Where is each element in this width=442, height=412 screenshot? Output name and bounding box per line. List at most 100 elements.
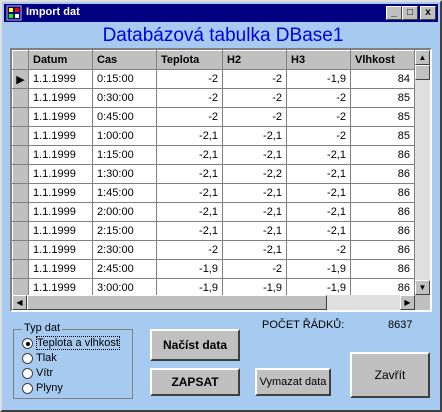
table-cell[interactable]: -2,1 — [156, 202, 223, 222]
table-cell[interactable]: -2,1 — [222, 145, 287, 165]
table-cell[interactable]: -2 — [286, 88, 351, 108]
table-cell[interactable]: -2 — [156, 69, 223, 89]
table-cell[interactable]: 85 — [350, 126, 415, 146]
table-row[interactable]: 1.1.1999 1:15:00 -2,1 -2,1 -2,1 86 — [12, 145, 415, 165]
minimize-button[interactable]: _ — [386, 6, 402, 20]
radio-vitr[interactable]: Vítr — [22, 367, 53, 381]
table-row[interactable]: 1.1.1999 1:45:00 -2,1 -2,1 -2,1 86 — [12, 183, 415, 203]
table-cell[interactable]: 86 — [350, 240, 415, 260]
table-cell[interactable]: -1,9 — [222, 278, 287, 295]
table-cell[interactable]: -2 — [222, 88, 287, 108]
table-cell[interactable]: -1,9 — [156, 259, 223, 279]
table-cell[interactable]: -2,1 — [156, 145, 223, 165]
table-cell[interactable]: 1.1.1999 — [28, 145, 93, 165]
table-row[interactable]: 1.1.1999 2:15:00 -2,1 -2,1 -2,1 86 — [12, 221, 415, 241]
table-cell[interactable]: -2,2 — [222, 164, 287, 184]
table-cell[interactable]: 85 — [350, 88, 415, 108]
table-cell[interactable]: 1.1.1999 — [28, 164, 93, 184]
table-cell[interactable]: 86 — [350, 164, 415, 184]
table-cell[interactable]: 86 — [350, 183, 415, 203]
table-cell[interactable]: -2 — [222, 69, 287, 89]
table-row[interactable]: 1.1.1999 1:00:00 -2,1 -2,1 -2 85 — [12, 126, 415, 146]
row-indicator[interactable] — [12, 278, 29, 295]
table-cell[interactable]: 0:15:00 — [92, 69, 157, 89]
table-row[interactable]: 1.1.1999 3:00:00 -1,9 -1,9 -1,9 86 — [12, 278, 415, 295]
table-cell[interactable]: -2,1 — [156, 183, 223, 203]
table-cell[interactable]: -2 — [286, 240, 351, 260]
close-button[interactable]: Zavřít — [350, 352, 430, 398]
horizontal-scroll-thumb[interactable] — [27, 295, 327, 310]
scroll-down-button[interactable]: ▼ — [415, 280, 430, 295]
table-cell[interactable]: -2,1 — [222, 183, 287, 203]
table-row[interactable]: 1.1.1999 0:45:00 -2 -2 -2 85 — [12, 107, 415, 127]
scroll-right-button[interactable]: ▶ — [400, 295, 415, 310]
table-row[interactable]: ▶ 1.1.1999 0:15:00 -2 -2 -1,9 84 — [12, 69, 415, 89]
table-cell[interactable]: -2,1 — [222, 202, 287, 222]
table-row[interactable]: 1.1.1999 2:00:00 -2,1 -2,1 -2,1 86 — [12, 202, 415, 222]
table-cell[interactable]: 1.1.1999 — [28, 107, 93, 127]
row-indicator[interactable] — [12, 240, 29, 260]
table-row[interactable]: 1.1.1999 0:30:00 -2 -2 -2 85 — [12, 88, 415, 108]
table-cell[interactable]: 1.1.1999 — [28, 69, 93, 89]
table-cell[interactable]: 1.1.1999 — [28, 183, 93, 203]
data-grid[interactable]: Datum Cas Teplota H2 H3 Vlhkost ▶ 1.1.199… — [10, 48, 432, 312]
vertical-scrollbar[interactable]: ▲ ▼ — [415, 50, 430, 295]
table-cell[interactable]: 1.1.1999 — [28, 240, 93, 260]
load-data-button[interactable]: Načíst data — [150, 329, 240, 361]
row-indicator[interactable] — [12, 88, 29, 108]
table-cell[interactable]: 1:15:00 — [92, 145, 157, 165]
table-cell[interactable]: 86 — [350, 278, 415, 295]
table-cell[interactable]: -2 — [156, 107, 223, 127]
table-cell[interactable]: -2,1 — [286, 202, 351, 222]
table-cell[interactable]: 1.1.1999 — [28, 88, 93, 108]
scroll-up-button[interactable]: ▲ — [415, 50, 430, 65]
table-row[interactable]: 1.1.1999 1:30:00 -2,1 -2,2 -2,1 86 — [12, 164, 415, 184]
table-cell[interactable]: -2 — [222, 259, 287, 279]
row-indicator[interactable] — [12, 259, 29, 279]
table-cell[interactable]: 0:45:00 — [92, 107, 157, 127]
clear-data-button[interactable]: Vymazat data — [255, 368, 331, 396]
table-cell[interactable]: -2,1 — [222, 221, 287, 241]
table-cell[interactable]: 1.1.1999 — [28, 202, 93, 222]
row-indicator[interactable] — [12, 164, 29, 184]
row-indicator[interactable] — [12, 183, 29, 203]
row-indicator[interactable] — [12, 126, 29, 146]
maximize-button[interactable]: □ — [402, 6, 418, 20]
table-cell[interactable]: -2,1 — [156, 221, 223, 241]
table-cell[interactable]: -2,1 — [286, 183, 351, 203]
table-cell[interactable]: 84 — [350, 69, 415, 89]
table-cell[interactable]: -2,1 — [286, 164, 351, 184]
table-cell[interactable]: -2,1 — [156, 164, 223, 184]
table-cell[interactable]: 1.1.1999 — [28, 259, 93, 279]
radio-teplota-vlhkost[interactable]: Teplota a vlhkost — [22, 336, 120, 351]
table-cell[interactable]: 2:30:00 — [92, 240, 157, 260]
table-cell[interactable]: 86 — [350, 202, 415, 222]
table-cell[interactable]: -2 — [222, 107, 287, 127]
table-cell[interactable]: -2 — [286, 126, 351, 146]
table-cell[interactable]: 1.1.1999 — [28, 278, 93, 295]
table-cell[interactable]: -2,1 — [222, 126, 287, 146]
table-cell[interactable]: -2 — [286, 107, 351, 127]
row-indicator[interactable] — [12, 202, 29, 222]
table-cell[interactable]: 1.1.1999 — [28, 221, 93, 241]
table-cell[interactable]: -1,9 — [286, 278, 351, 295]
table-cell[interactable]: 1:45:00 — [92, 183, 157, 203]
table-cell[interactable]: -1,9 — [156, 278, 223, 295]
table-cell[interactable]: 1:00:00 — [92, 126, 157, 146]
write-button[interactable]: ZAPSAT — [150, 368, 240, 396]
title-bar[interactable]: Import dat _ □ x — [4, 4, 438, 22]
vertical-scroll-thumb[interactable] — [415, 65, 430, 80]
table-cell[interactable]: 2:15:00 — [92, 221, 157, 241]
table-cell[interactable]: 86 — [350, 221, 415, 241]
table-cell[interactable]: -2 — [156, 240, 223, 260]
radio-plyny[interactable]: Plyny — [22, 382, 63, 396]
table-cell[interactable]: -1,9 — [286, 259, 351, 279]
table-cell[interactable]: 86 — [350, 145, 415, 165]
row-indicator[interactable] — [12, 221, 29, 241]
column-header[interactable]: Cas — [92, 50, 157, 70]
current-row-indicator-icon[interactable]: ▶ — [12, 69, 29, 89]
scroll-left-button[interactable]: ◀ — [12, 295, 27, 310]
table-cell[interactable]: 1:30:00 — [92, 164, 157, 184]
table-row[interactable]: 1.1.1999 2:45:00 -1,9 -2 -1,9 86 — [12, 259, 415, 279]
column-header[interactable]: H3 — [286, 50, 351, 70]
